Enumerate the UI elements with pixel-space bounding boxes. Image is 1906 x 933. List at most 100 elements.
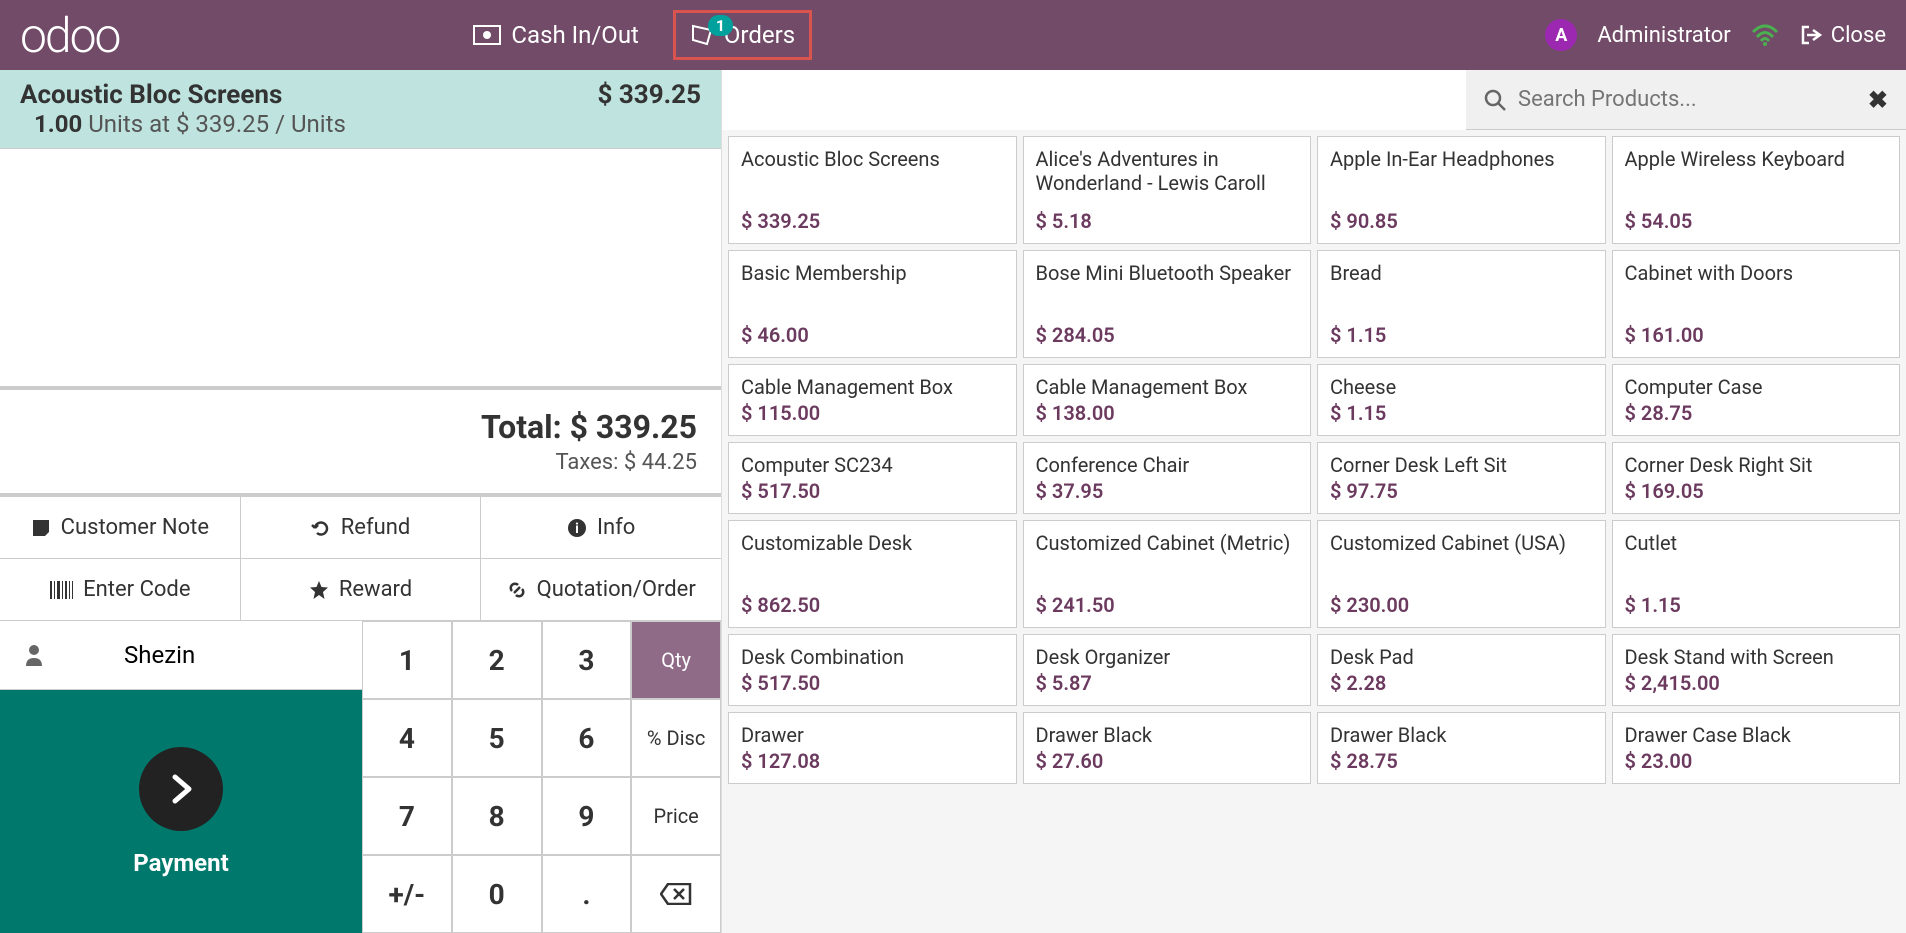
product-card[interactable]: Drawer Case Black$ 23.00 [1612, 712, 1901, 784]
refund-button[interactable]: Refund [241, 497, 482, 558]
numpad-disc[interactable]: % Disc [631, 699, 721, 777]
numpad-4[interactable]: 4 [362, 699, 452, 777]
product-price: $ 54.05 [1625, 209, 1888, 233]
order-line-price: $ 339.25 [597, 80, 701, 110]
payment-button[interactable]: Payment [0, 690, 362, 933]
numpad-6[interactable]: 6 [542, 699, 632, 777]
product-price: $ 2.28 [1330, 671, 1593, 695]
cash-label: Cash In/Out [511, 21, 639, 49]
product-price: $ 28.75 [1625, 401, 1888, 425]
product-card[interactable]: Drawer$ 127.08 [728, 712, 1017, 784]
product-name: Computer SC234 [741, 453, 1004, 477]
product-card[interactable]: Alice's Adventures in Wonderland - Lewis… [1023, 136, 1312, 244]
numpad-1[interactable]: 1 [362, 621, 452, 699]
product-card[interactable]: Cheese$ 1.15 [1317, 364, 1606, 436]
numpad-8[interactable]: 8 [452, 777, 542, 855]
numpad-3[interactable]: 3 [542, 621, 632, 699]
order-list-area [0, 149, 721, 390]
product-price: $ 517.50 [741, 479, 1004, 503]
product-card[interactable]: Drawer Black$ 27.60 [1023, 712, 1312, 784]
main: Acoustic Bloc Screens $ 339.25 1.00 Unit… [0, 70, 1906, 933]
avatar[interactable]: A [1545, 19, 1577, 51]
enter-code-button[interactable]: Enter Code [0, 559, 241, 620]
user-name[interactable]: Administrator [1597, 23, 1730, 48]
product-card[interactable]: Desk Organizer$ 5.87 [1023, 634, 1312, 706]
numpad-dot[interactable]: . [542, 855, 632, 933]
product-card[interactable]: Computer Case$ 28.75 [1612, 364, 1901, 436]
numpad-qty[interactable]: Qty [631, 621, 721, 699]
numpad-5[interactable]: 5 [452, 699, 542, 777]
product-card[interactable]: Apple In-Ear Headphones$ 90.85 [1317, 136, 1606, 244]
refund-icon [311, 518, 331, 538]
numpad-9[interactable]: 9 [542, 777, 632, 855]
product-name: Drawer [741, 723, 1004, 747]
product-card[interactable]: Corner Desk Left Sit$ 97.75 [1317, 442, 1606, 514]
product-name: Cable Management Box [1036, 375, 1299, 399]
product-card[interactable]: Drawer Black$ 28.75 [1317, 712, 1606, 784]
product-card[interactable]: Cabinet with Doors$ 161.00 [1612, 250, 1901, 358]
numpad-2[interactable]: 2 [452, 621, 542, 699]
product-price: $ 241.50 [1036, 593, 1299, 617]
product-card[interactable]: Bose Mini Bluetooth Speaker$ 284.05 [1023, 250, 1312, 358]
search-bar: ✖ [1466, 70, 1906, 130]
customer-button[interactable]: Shezin [0, 621, 362, 690]
product-card[interactable]: Customized Cabinet (Metric) $ 241.50 [1023, 520, 1312, 628]
product-card[interactable]: Corner Desk Right Sit$ 169.05 [1612, 442, 1901, 514]
product-price: $ 5.18 [1036, 209, 1299, 233]
product-name: Corner Desk Right Sit [1625, 453, 1888, 477]
numpad-price[interactable]: Price [631, 777, 721, 855]
orders-button[interactable]: 1 Orders [673, 10, 812, 60]
product-card[interactable]: Desk Stand with Screen$ 2,415.00 [1612, 634, 1901, 706]
product-card[interactable]: Apple Wireless Keyboard $ 54.05 [1612, 136, 1901, 244]
product-name: Drawer Black [1036, 723, 1299, 747]
order-product-name: Acoustic Bloc Screens [20, 80, 282, 110]
product-name: Bread [1330, 261, 1593, 285]
product-card[interactable]: Bread $ 1.15 [1317, 250, 1606, 358]
product-card[interactable]: Desk Combination$ 517.50 [728, 634, 1017, 706]
action-row-1: Customer Note Refund i Info [0, 497, 721, 559]
link-icon [507, 580, 527, 600]
product-card[interactable]: Customized Cabinet (USA)$ 230.00 [1317, 520, 1606, 628]
product-card[interactable]: Cable Management Box$ 138.00 [1023, 364, 1312, 436]
customer-payment-col: Shezin Payment [0, 621, 362, 933]
product-card[interactable]: Conference Chair$ 37.95 [1023, 442, 1312, 514]
numpad-backspace[interactable] [631, 855, 721, 933]
reward-label: Reward [339, 577, 412, 602]
product-card[interactable]: Computer SC234$ 517.50 [728, 442, 1017, 514]
info-button[interactable]: i Info [481, 497, 721, 558]
product-card[interactable]: Cutlet$ 1.15 [1612, 520, 1901, 628]
product-price: $ 1.15 [1330, 401, 1593, 425]
quotation-button[interactable]: Quotation/Order [481, 559, 721, 620]
product-card[interactable]: Cable Management Box$ 115.00 [728, 364, 1017, 436]
numpad-7[interactable]: 7 [362, 777, 452, 855]
product-card[interactable]: Desk Pad$ 2.28 [1317, 634, 1606, 706]
customer-note-button[interactable]: Customer Note [0, 497, 241, 558]
total-line: Total: $ 339.25 [24, 408, 697, 446]
product-name: Customized Cabinet (Metric) [1036, 531, 1299, 555]
product-card[interactable]: Acoustic Bloc Screens$ 339.25 [728, 136, 1017, 244]
product-name: Desk Combination [741, 645, 1004, 669]
product-card[interactable]: Customizable Desk$ 862.50 [728, 520, 1017, 628]
header-buttons: Cash In/Out 1 Orders [459, 10, 812, 60]
totals: Total: $ 339.25 Taxes: $ 44.25 [0, 390, 721, 497]
product-price: $ 169.05 [1625, 479, 1888, 503]
close-icon[interactable]: ✖ [1868, 86, 1888, 114]
product-card[interactable]: Basic Membership$ 46.00 [728, 250, 1017, 358]
numpad-0[interactable]: 0 [452, 855, 542, 933]
search-input[interactable] [1518, 87, 1868, 112]
product-name: Alice's Adventures in Wonderland - Lewis… [1036, 147, 1299, 195]
note-label: Customer Note [61, 515, 209, 540]
product-name: Apple Wireless Keyboard [1625, 147, 1888, 171]
product-price: $ 97.75 [1330, 479, 1593, 503]
refund-label: Refund [341, 515, 411, 540]
order-line[interactable]: Acoustic Bloc Screens $ 339.25 1.00 Unit… [0, 70, 721, 149]
close-button[interactable]: Close [1799, 23, 1886, 48]
header-bar: odoo Cash In/Out 1 Orders A Administrato… [0, 0, 1906, 70]
product-name: Customizable Desk [741, 531, 1004, 555]
cash-in-out-button[interactable]: Cash In/Out [459, 10, 653, 60]
payment-label: Payment [133, 849, 228, 877]
reward-button[interactable]: Reward [241, 559, 482, 620]
close-label: Close [1831, 23, 1886, 48]
numpad-plusminus[interactable]: +/- [362, 855, 452, 933]
product-price: $ 1.15 [1330, 323, 1593, 347]
